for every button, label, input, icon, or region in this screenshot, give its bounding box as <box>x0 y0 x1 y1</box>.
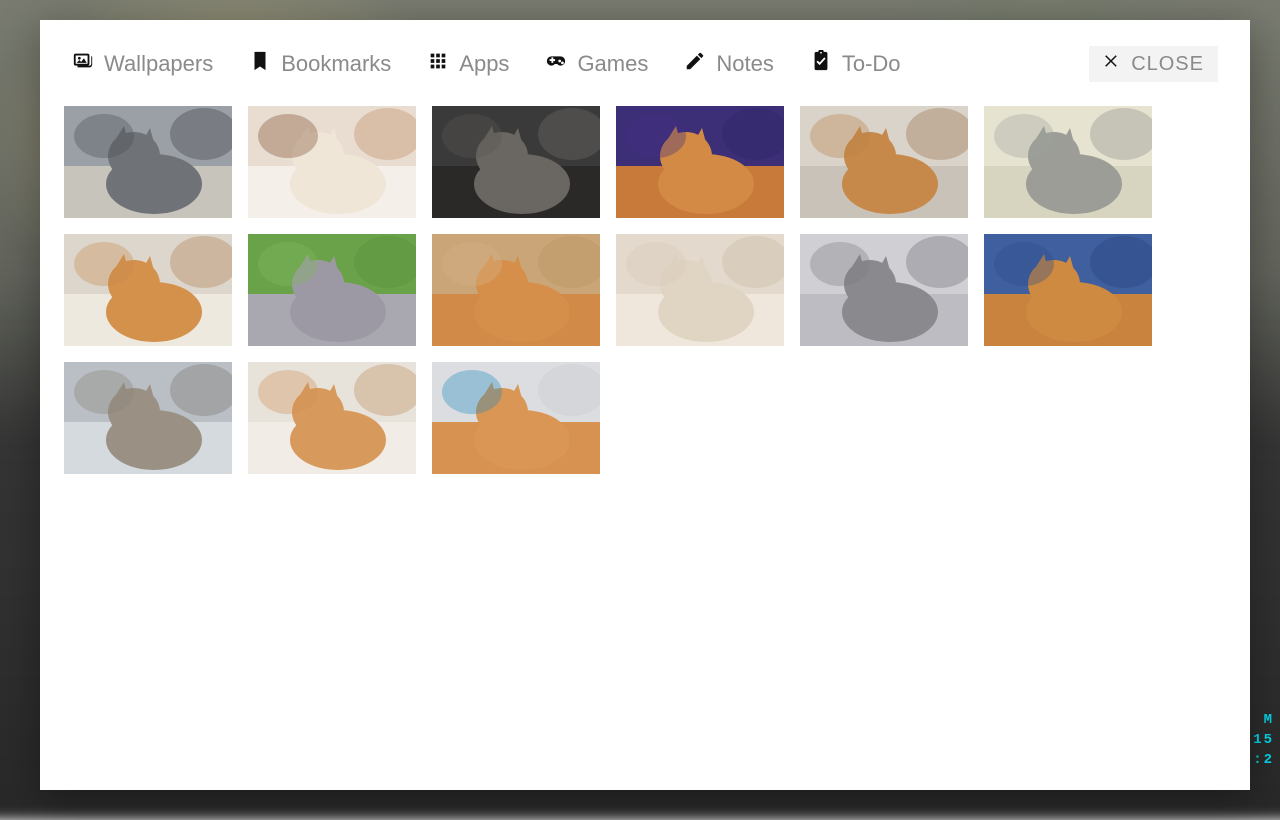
wallpaper-thumb-cat-orange-wood-bg[interactable] <box>432 234 600 346</box>
wallpaper-thumb-cat-silver-lying[interactable] <box>984 106 1152 218</box>
wallpaper-thumb-cat-orange-blue-bg[interactable] <box>984 234 1152 346</box>
tab-label: Games <box>577 51 648 77</box>
tab-games[interactable]: Games <box>545 50 648 78</box>
wallpaper-thumb-cat-held-towel[interactable] <box>248 362 416 474</box>
tab-todo[interactable]: To-Do <box>810 50 901 78</box>
todo-icon <box>810 50 832 78</box>
tab-apps[interactable]: Apps <box>427 50 509 78</box>
tab-label: Bookmarks <box>281 51 391 77</box>
close-button[interactable]: CLOSE <box>1089 46 1218 82</box>
wallpaper-thumb-cat-orange-white[interactable] <box>248 106 416 218</box>
wallpaper-thumb-cat-grey-orange-eyes[interactable] <box>64 362 232 474</box>
wallpaper-thumb-cat-orange-box[interactable] <box>432 362 600 474</box>
tab-wallpapers[interactable]: Wallpapers <box>72 50 213 78</box>
wallpaper-thumb-cat-orange-yawning[interactable] <box>64 234 232 346</box>
tab-notes[interactable]: Notes <box>684 50 773 78</box>
tab-label: Apps <box>459 51 509 77</box>
bookmark-icon <box>249 50 271 78</box>
wallpaper-thumb-cat-orange-leaning[interactable] <box>800 106 968 218</box>
wallpaper-thumb-cat-cream-closeup[interactable] <box>616 234 784 346</box>
wallpapers-icon <box>72 50 94 78</box>
tab-label: Wallpapers <box>104 51 213 77</box>
wallpaper-thumb-cat-grey-street[interactable] <box>64 106 232 218</box>
wallpaper-thumb-cat-grey-grass[interactable] <box>248 234 416 346</box>
apps-icon <box>427 50 449 78</box>
tab-bar: Wallpapers Bookmarks Apps Games Notes <box>40 20 1250 98</box>
close-label: CLOSE <box>1131 53 1204 76</box>
wallpaper-thumb-cat-grey-blanket[interactable] <box>800 234 968 346</box>
tab-label: To-Do <box>842 51 901 77</box>
tab-label: Notes <box>716 51 773 77</box>
wallpaper-thumb-cat-orange-purple-bg[interactable] <box>616 106 784 218</box>
settings-panel: Wallpapers Bookmarks Apps Games Notes <box>40 20 1250 790</box>
wallpaper-grid <box>40 98 1250 498</box>
games-icon <box>545 50 567 78</box>
notes-icon <box>684 50 706 78</box>
tab-bookmarks[interactable]: Bookmarks <box>249 50 391 78</box>
wallpaper-thumb-cat-dark-grey-face[interactable] <box>432 106 600 218</box>
close-icon <box>1103 52 1121 76</box>
